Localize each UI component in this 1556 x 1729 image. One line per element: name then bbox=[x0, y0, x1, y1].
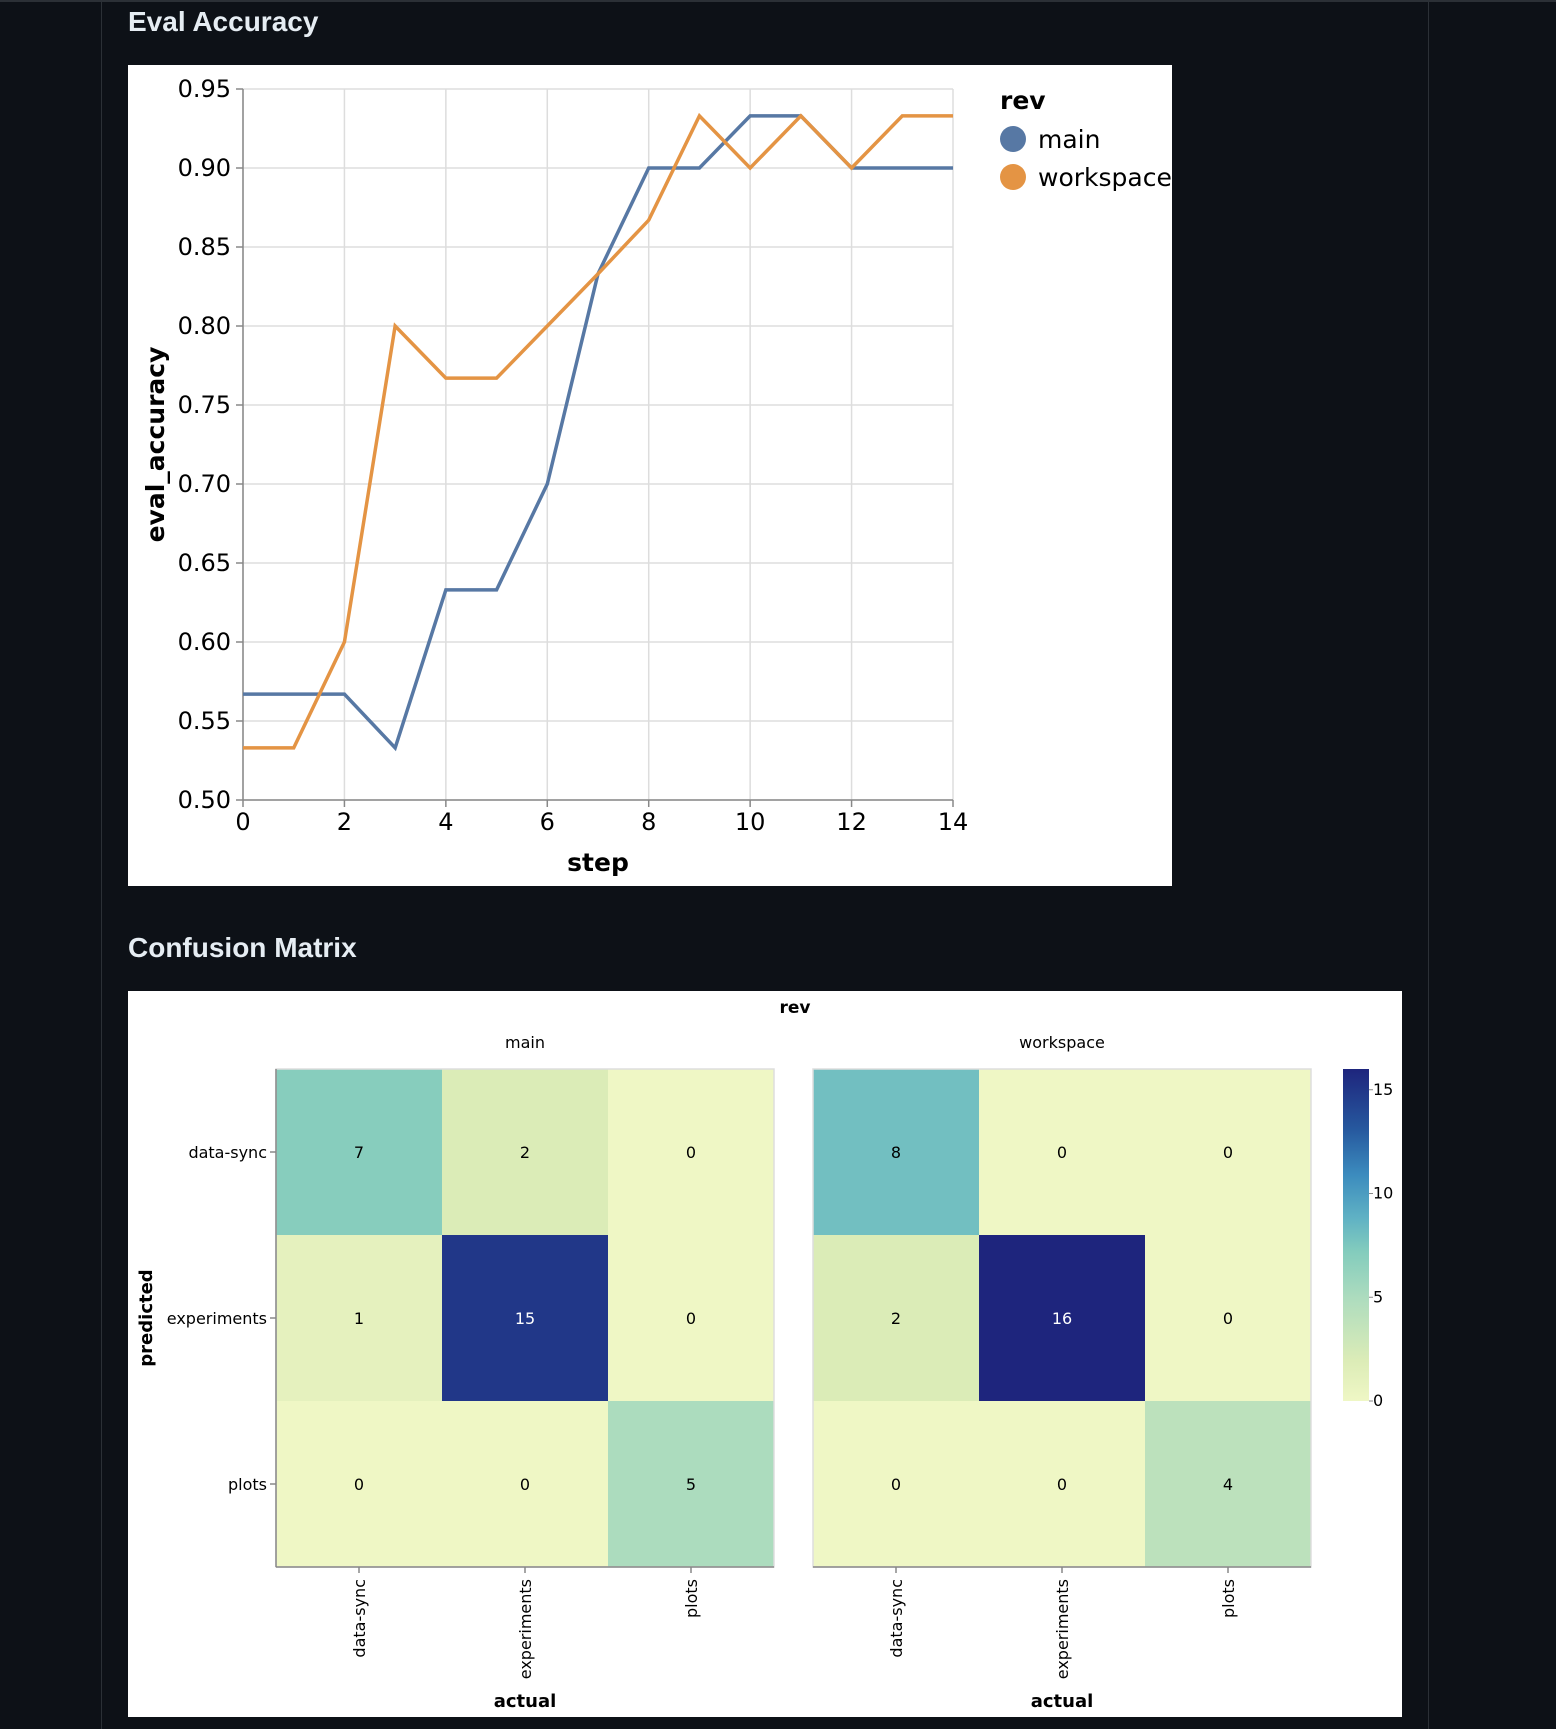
legend-label-main: main bbox=[1038, 125, 1100, 154]
legend-label-workspace: workspace bbox=[1038, 163, 1172, 192]
cell-value: 0 bbox=[354, 1475, 364, 1494]
y-tick-label: data-sync bbox=[188, 1143, 267, 1162]
cell-value: 0 bbox=[520, 1475, 530, 1494]
confusion-matrix-title: Confusion Matrix bbox=[128, 932, 357, 963]
legend-swatch-main bbox=[1000, 126, 1026, 152]
x-tick-label: data-sync bbox=[350, 1579, 369, 1658]
facet-title-main: main bbox=[505, 1033, 545, 1052]
y-tick-label: experiments bbox=[167, 1309, 267, 1328]
y-axis-title: eval_accuracy bbox=[141, 347, 170, 543]
eval-accuracy-chart: 0.50 0.55 0.60 0.65 0.70 0.75 0.80 0.85 0.90 0.95… bbox=[141, 75, 1172, 877]
y-tick-label: 0.65 bbox=[178, 549, 231, 577]
x-tick-label: 2 bbox=[337, 808, 352, 836]
y-tick-label: 0.90 bbox=[178, 154, 231, 182]
cell-value: 0 bbox=[1057, 1143, 1067, 1162]
confusion-matrix-panel: rev main 7 2 0 1 15 0 0 0 5 data-sync experiments plo… bbox=[128, 991, 1402, 1717]
x-tick-label: 14 bbox=[938, 808, 969, 836]
y-tick-label: plots bbox=[228, 1475, 267, 1494]
series-line-main bbox=[243, 114, 953, 752]
x-tick-label: plots bbox=[682, 1579, 701, 1618]
x-axis-title: actual bbox=[1031, 1691, 1094, 1712]
cell-value: 0 bbox=[1223, 1309, 1233, 1328]
eval-accuracy-panel: 0.50 0.55 0.60 0.65 0.70 0.75 0.80 0.85 0.90 0.95… bbox=[128, 65, 1172, 886]
x-tick-label: plots bbox=[1219, 1579, 1238, 1618]
facet-header: rev bbox=[780, 998, 811, 1018]
cell-value: 0 bbox=[1223, 1143, 1233, 1162]
top-border bbox=[0, 0, 1556, 2]
cell-value: 8 bbox=[891, 1143, 901, 1162]
x-axis-title: step bbox=[567, 848, 629, 877]
x-tick-label: 12 bbox=[836, 808, 867, 836]
y-tick-label: 0.75 bbox=[178, 391, 231, 419]
x-tick-label: data-sync bbox=[887, 1579, 906, 1658]
y-axis-title: predicted bbox=[136, 1269, 157, 1366]
y-tick-label: 0.55 bbox=[178, 707, 231, 735]
eval-accuracy-title: Eval Accuracy bbox=[128, 6, 319, 37]
y-tick-label: 0.95 bbox=[178, 75, 231, 103]
cell-value: 2 bbox=[891, 1309, 901, 1328]
y-tick-label: 0.70 bbox=[178, 470, 231, 498]
cell-value: 0 bbox=[686, 1143, 696, 1162]
cell-value: 7 bbox=[354, 1143, 364, 1162]
color-legend-bar bbox=[1343, 1069, 1369, 1401]
y-tick-label: 0.60 bbox=[178, 628, 231, 656]
x-tick-label: 6 bbox=[540, 808, 555, 836]
confusion-matrix-chart: rev main 7 2 0 1 15 0 0 0 5 data-sync experiments plo… bbox=[136, 998, 1393, 1712]
x-tick-label: 4 bbox=[438, 808, 453, 836]
cell-value: 15 bbox=[515, 1309, 535, 1328]
y-tick-label: 0.80 bbox=[178, 312, 231, 340]
color-legend-label: 5 bbox=[1373, 1287, 1383, 1306]
cell-value: 2 bbox=[520, 1143, 530, 1162]
color-legend-label: 10 bbox=[1373, 1184, 1393, 1203]
legend-title: rev bbox=[1000, 86, 1046, 115]
cell-value: 16 bbox=[1052, 1309, 1072, 1328]
x-tick-label: 10 bbox=[735, 808, 766, 836]
content-left-border bbox=[101, 0, 102, 1729]
color-legend-label: 0 bbox=[1373, 1391, 1383, 1410]
legend-swatch-workspace bbox=[1000, 164, 1026, 190]
cell-value: 1 bbox=[354, 1309, 364, 1328]
series-line-workspace bbox=[243, 112, 953, 750]
color-legend-label: 15 bbox=[1373, 1080, 1393, 1099]
cell-value: 0 bbox=[1057, 1475, 1067, 1494]
x-tick-label: experiments bbox=[1053, 1579, 1072, 1679]
x-axis-title: actual bbox=[494, 1691, 557, 1712]
content-right-border bbox=[1428, 0, 1429, 1729]
cell-value: 5 bbox=[686, 1475, 696, 1494]
cell-value: 4 bbox=[1223, 1475, 1233, 1494]
y-tick-label: 0.85 bbox=[178, 233, 231, 261]
x-tick-label: 8 bbox=[641, 808, 656, 836]
x-tick-label: 0 bbox=[235, 808, 250, 836]
y-tick-label: 0.50 bbox=[178, 786, 231, 814]
facet-title-workspace: workspace bbox=[1019, 1033, 1105, 1052]
x-tick-label: experiments bbox=[516, 1579, 535, 1679]
cell-value: 0 bbox=[891, 1475, 901, 1494]
cell-value: 0 bbox=[686, 1309, 696, 1328]
